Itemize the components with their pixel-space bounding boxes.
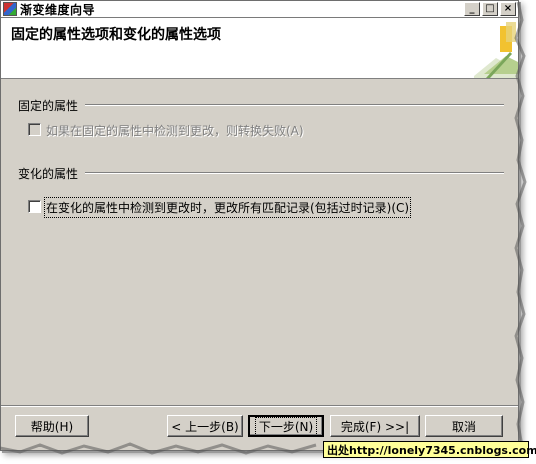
finish-button[interactable]: 完成(F) >>| — [330, 415, 420, 437]
footer-divider — [1, 405, 518, 407]
wizard-window: 渐变维度向导 _ □ × 固定的属性选项和变化的属性选项 固定的属性 如果在固定… — [0, 0, 519, 451]
next-button-label: 下一步(N) — [254, 416, 318, 436]
maximize-button[interactable]: □ — [482, 2, 498, 16]
help-button[interactable]: 帮助(H) — [15, 415, 89, 437]
window-controls: _ □ × — [464, 2, 516, 16]
minimize-button[interactable]: _ — [464, 2, 480, 16]
update-all-records-checkbox[interactable] — [28, 200, 41, 213]
next-button[interactable]: 下一步(N) — [248, 415, 324, 437]
update-all-records-label[interactable]: 在变化的属性中检测到更改时，更改所有匹配记录(包括过时记录)(C) — [43, 197, 412, 218]
back-button[interactable]: < 上一步(B) — [167, 415, 243, 437]
fixed-attributes-label: 固定的属性 — [18, 99, 79, 113]
changing-attributes-label: 变化的属性 — [18, 167, 79, 181]
cancel-button[interactable]: 取消 — [425, 415, 503, 437]
title-bar[interactable]: 渐变维度向导 _ □ × — [1, 1, 518, 18]
app-icon — [3, 2, 17, 16]
changing-section-divider — [85, 172, 504, 174]
torn-edge-right — [514, 1, 527, 447]
window-title: 渐变维度向导 — [20, 2, 96, 17]
source-watermark: 出处http://lonely7345.cnblogs.com — [323, 441, 536, 458]
fail-on-fixed-change-label: 如果在固定的属性中检测到更改，则转换失败(A) — [46, 124, 304, 138]
fixed-section-divider — [85, 104, 504, 106]
page-title: 固定的属性选项和变化的属性选项 — [11, 27, 221, 43]
wizard-header: 固定的属性选项和变化的属性选项 — [1, 18, 518, 79]
fail-on-fixed-change-checkbox[interactable] — [28, 123, 41, 136]
